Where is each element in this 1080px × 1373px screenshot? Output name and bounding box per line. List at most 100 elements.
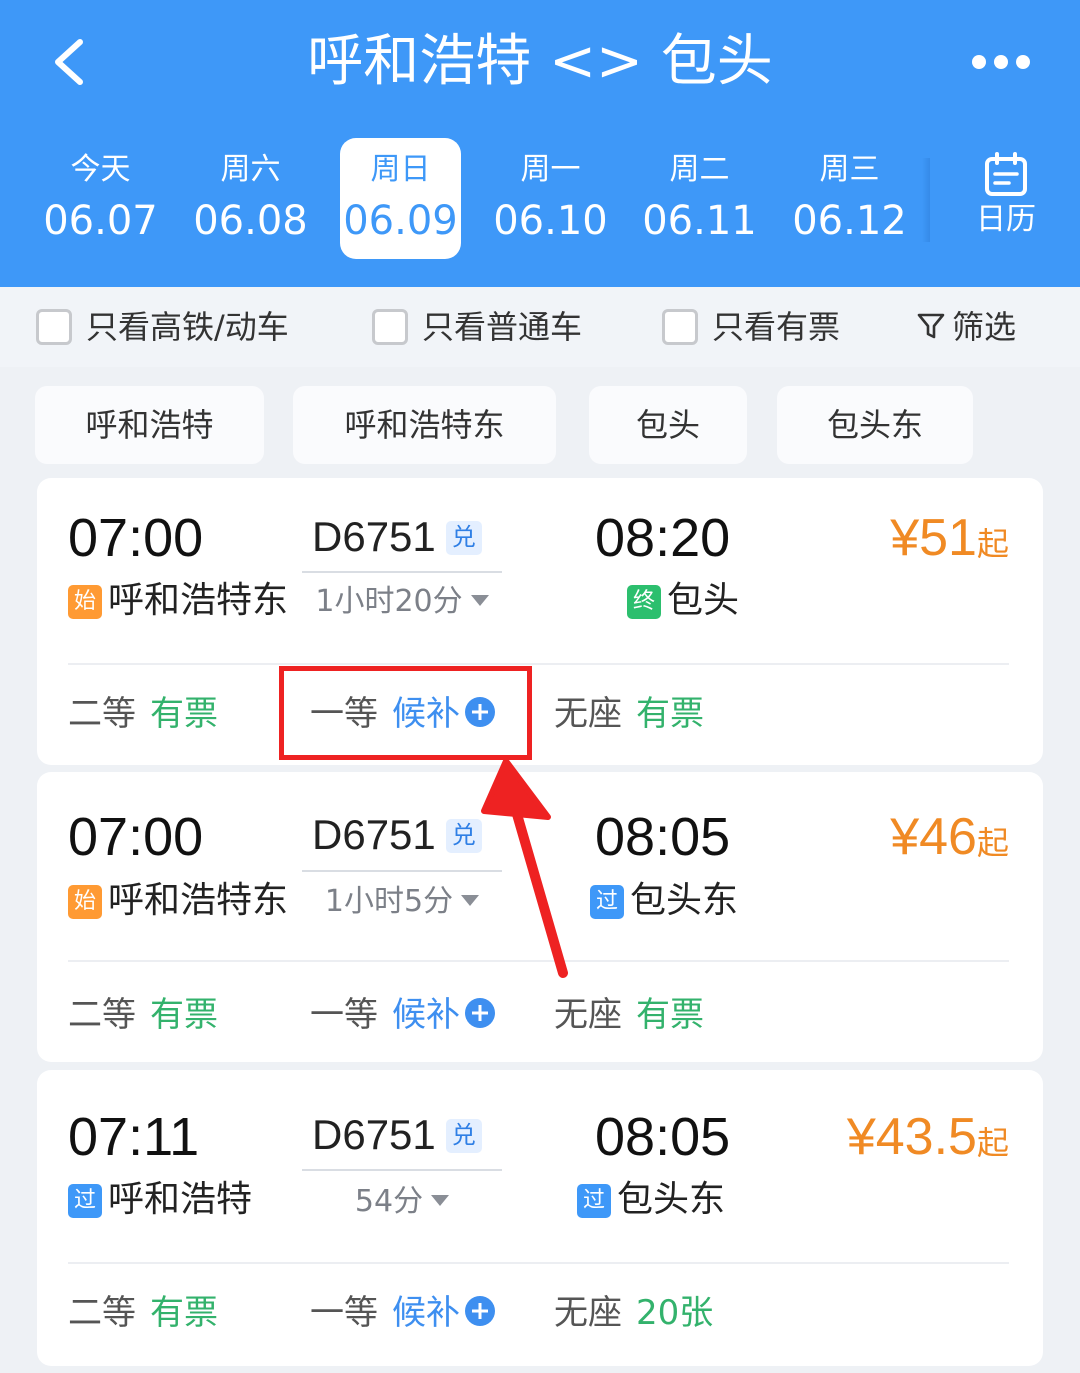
pass-badge: 过 — [577, 1184, 611, 1218]
seat-second-class[interactable]: 二等 有票 — [68, 692, 218, 736]
date-tab-tue[interactable]: 周二 06.11 — [639, 138, 760, 259]
waitlist-plus-icon[interactable] — [464, 1295, 496, 1327]
date-tab-wed[interactable]: 周三 06.12 — [789, 138, 910, 259]
to-station: 过包头东 — [577, 1178, 725, 1222]
seat-class: 一等 — [310, 1293, 378, 1333]
checkbox[interactable] — [36, 308, 72, 345]
depart-time: 07:11 — [68, 1107, 200, 1167]
arrive-time: 08:05 — [595, 807, 731, 867]
price-value: ¥51 — [890, 509, 977, 567]
station-chip-baotou[interactable]: 包头 — [589, 386, 747, 464]
duration-text: 1小时5分 — [324, 884, 454, 919]
route-title: 呼和浩特 <> 包头 — [307, 29, 773, 94]
filter-available-only[interactable]: 只看有票 — [662, 307, 840, 347]
seat-status: 20张 — [636, 1293, 714, 1333]
train-number[interactable]: D6751 兑 — [312, 512, 482, 562]
filter-label: 只看有票 — [712, 308, 841, 346]
seat-class: 二等 — [68, 995, 136, 1035]
seat-no-seat[interactable]: 无座 20张 — [554, 1291, 713, 1335]
station-chip-hohhot-east[interactable]: 呼和浩特东 — [293, 386, 556, 464]
arrive-time: 08:05 — [595, 1107, 731, 1167]
date-tab-today[interactable]: 今天 06.07 — [40, 138, 161, 259]
seat-status: 有票 — [150, 995, 218, 1035]
price-suffix: 起 — [976, 525, 1009, 563]
date-tab-weekday: 周日 — [370, 152, 431, 187]
tab-separator — [922, 158, 930, 242]
pass-badge: 过 — [590, 885, 624, 919]
calendar-button[interactable]: 日历 — [960, 152, 1052, 252]
date-tab-date: 06.08 — [193, 198, 308, 244]
seat-class: 二等 — [68, 694, 136, 734]
exchange-badge: 兑 — [445, 1119, 482, 1153]
checkbox[interactable] — [372, 308, 408, 345]
seat-status: 有票 — [636, 694, 704, 734]
filter-bar: 只看高铁/动车 只看普通车 只看有票 筛选 — [0, 287, 1080, 367]
more-dots-icon — [972, 55, 986, 69]
date-tab-date: 06.09 — [343, 198, 458, 244]
seat-status: 候补 — [392, 1293, 460, 1333]
to-station-name: 包头东 — [617, 1179, 726, 1220]
filter-button-label: 筛选 — [952, 308, 1017, 346]
price: ¥46起 — [797, 807, 1009, 873]
pass-badge: 过 — [68, 1184, 102, 1218]
date-tab-weekday: 周二 — [669, 152, 730, 187]
station-chip-hohhot[interactable]: 呼和浩特 — [35, 386, 264, 464]
train-card[interactable]: 07:00 D6751 兑 08:20 ¥51起 始呼和浩特东 1小时20分 终包… — [37, 478, 1043, 765]
duration-text: 1小时20分 — [315, 584, 463, 619]
date-tab-date: 06.07 — [43, 198, 158, 244]
price: ¥43.5起 — [797, 1107, 1009, 1173]
seat-no-seat[interactable]: 无座 有票 — [554, 993, 704, 1037]
seat-second-class[interactable]: 二等 有票 — [68, 1291, 218, 1335]
filter-label: 只看普通车 — [422, 308, 583, 346]
more-button[interactable] — [968, 52, 1034, 74]
date-tab-date: 06.12 — [792, 198, 907, 244]
from-station: 过呼和浩特 — [68, 1178, 252, 1222]
filter-button[interactable]: 筛选 — [916, 307, 1016, 347]
start-badge: 始 — [68, 585, 102, 619]
depart-time: 07:00 — [68, 807, 204, 867]
seat-first-class[interactable]: 一等 候补 — [310, 1291, 496, 1335]
waitlist-plus-icon[interactable] — [464, 997, 496, 1029]
calendar-label: 日历 — [976, 202, 1036, 237]
seat-status: 有票 — [636, 995, 704, 1035]
price-value: ¥46 — [890, 808, 977, 866]
filter-regular-train[interactable]: 只看普通车 — [372, 307, 582, 347]
date-tab-weekday: 周一 — [520, 152, 581, 187]
train-number[interactable]: D6751 兑 — [312, 810, 482, 860]
date-tab-sun-selected[interactable]: 周日 06.09 — [340, 138, 461, 259]
from-station: 始呼和浩特东 — [68, 879, 288, 923]
seat-class: 无座 — [554, 1293, 622, 1333]
top-bar: 呼和浩特 <> 包头 今天 06.07 周六 06.08 周日 06.09 周一… — [0, 0, 1080, 287]
train-number-text: D6751 — [312, 1111, 436, 1158]
seat-class: 二等 — [68, 1293, 136, 1333]
filter-high-speed[interactable]: 只看高铁/动车 — [36, 307, 289, 347]
to-station-name: 包头东 — [630, 880, 739, 921]
checkbox[interactable] — [662, 308, 698, 345]
train-number[interactable]: D6751 兑 — [312, 1110, 482, 1160]
price-value: ¥43.5 — [846, 1108, 977, 1166]
train-number-text: D6751 — [312, 811, 436, 858]
price: ¥51起 — [797, 508, 1009, 574]
seat-no-seat[interactable]: 无座 有票 — [554, 692, 704, 736]
train-number-underline — [302, 1169, 502, 1171]
date-tab-mon[interactable]: 周一 06.10 — [490, 138, 611, 259]
seat-first-class[interactable]: 一等 候补 — [310, 993, 496, 1037]
date-tab-date: 06.11 — [642, 198, 757, 244]
train-number-underline — [302, 571, 502, 573]
seat-class: 无座 — [554, 995, 622, 1035]
arrive-time: 08:20 — [595, 508, 731, 568]
seat-second-class[interactable]: 二等 有票 — [68, 993, 218, 1037]
station-chip-baotou-east[interactable]: 包头东 — [777, 386, 973, 464]
train-card[interactable]: 07:11 D6751 兑 08:05 ¥43.5起 过呼和浩特 54分 过包头东… — [37, 1070, 1043, 1366]
date-tab-weekday: 今天 — [70, 152, 131, 187]
funnel-icon — [917, 313, 945, 339]
date-tab-sat[interactable]: 周六 06.08 — [190, 138, 311, 259]
duration-toggle[interactable]: 54分 — [292, 1182, 512, 1222]
from-station-name: 呼和浩特 — [108, 1179, 253, 1220]
card-divider — [68, 1262, 1009, 1264]
seat-class: 无座 — [554, 694, 622, 734]
price-suffix: 起 — [976, 824, 1009, 862]
date-tab-date: 06.10 — [493, 198, 608, 244]
duration-toggle[interactable]: 1小时20分 — [292, 582, 512, 622]
end-badge: 终 — [627, 585, 661, 619]
